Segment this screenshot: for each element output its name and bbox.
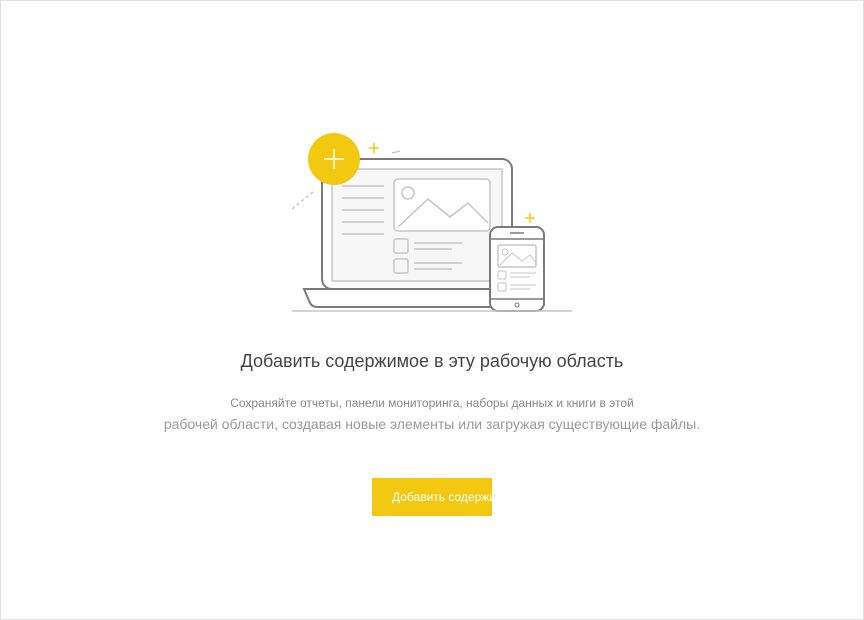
empty-workspace-state: Добавить содержимое в эту рабочую област… <box>1 1 863 516</box>
description-line-2: рабочей области, создавая новые элементы… <box>164 413 700 435</box>
empty-state-heading: Добавить содержимое в эту рабочую област… <box>241 351 624 372</box>
description-line-1: Сохраняйте отчеты, панели мониторинга, н… <box>164 394 700 413</box>
workspace-illustration <box>292 131 572 321</box>
add-content-button[interactable]: Добавить содержимое <box>372 478 492 516</box>
empty-state-description: Сохраняйте отчеты, панели мониторинга, н… <box>164 394 700 436</box>
